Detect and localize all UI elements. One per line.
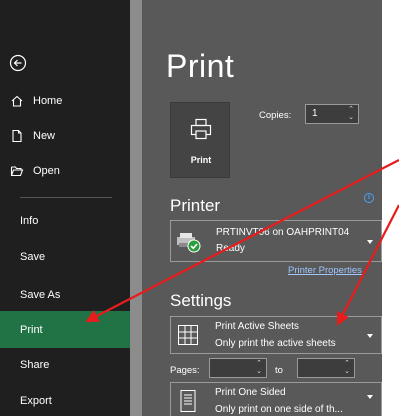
info-icon[interactable]: i <box>364 193 374 203</box>
preview-edge <box>382 0 399 416</box>
home-icon <box>9 93 25 109</box>
copies-value: 1 <box>312 108 318 119</box>
sidebar-item-new[interactable]: New <box>0 121 130 151</box>
print-scope-title: Print Active Sheets <box>215 321 299 332</box>
sidebar-item-label: Print <box>20 323 43 336</box>
copies-label: Copies: <box>259 110 292 121</box>
pages-to-label: to <box>275 365 283 376</box>
printer-heading: Printer <box>170 196 221 215</box>
printer-ready-icon <box>177 233 201 253</box>
spinner-arrows-icon[interactable]: ⌃ ⌄ <box>343 360 351 376</box>
sidebar-item-label: Save As <box>20 289 61 301</box>
sidebar-item-print[interactable]: Print <box>0 311 130 348</box>
print-sides-description: Only print on one side of th... <box>215 404 343 415</box>
pages-from-input[interactable]: ⌃ ⌄ <box>209 358 267 378</box>
sidebar-item-label: Info <box>20 215 39 227</box>
sidebar-item-save[interactable]: Save <box>0 242 130 272</box>
sidebar-item-label: Export <box>20 395 52 407</box>
sidebar-item-export[interactable]: Export <box>0 386 130 416</box>
backstage-sidebar: Home New Open Info Save Save As Print Sh… <box>0 0 130 416</box>
printer-icon <box>190 118 212 140</box>
spinner-arrows-icon[interactable]: ⌃ ⌄ <box>347 106 355 122</box>
sidebar-item-label: New <box>33 130 56 142</box>
panel-gutter <box>130 0 142 416</box>
sidebar-item-open[interactable]: Open <box>0 156 130 186</box>
new-document-icon <box>9 128 25 144</box>
copies-stepper[interactable]: 1 ⌃ ⌄ <box>305 104 359 124</box>
print-button[interactable]: Print <box>170 102 230 178</box>
sidebar-item-info[interactable]: Info <box>0 206 130 236</box>
sidebar-item-home[interactable]: Home <box>0 86 130 116</box>
print-sides-title: Print One Sided <box>215 387 286 398</box>
print-button-label: Print <box>190 155 212 165</box>
sidebar-item-save-as[interactable]: Save As <box>0 280 130 310</box>
sidebar-divider <box>20 197 112 198</box>
printer-dropdown[interactable]: PRTINVT06 on OAHPRINT04 Ready <box>170 220 382 262</box>
chevron-down-icon <box>367 240 373 244</box>
settings-heading: Settings <box>170 291 232 310</box>
print-sides-dropdown[interactable]: Print One Sided Only print on one side o… <box>170 382 382 416</box>
chevron-down-icon <box>367 395 373 399</box>
sheet-grid-icon <box>178 325 198 345</box>
printer-properties-link[interactable]: Printer Properties <box>288 265 362 276</box>
pages-to-input[interactable]: ⌃ ⌄ <box>297 358 355 378</box>
one-sided-page-icon <box>180 390 196 412</box>
sidebar-item-label: Save <box>20 251 46 263</box>
sidebar-item-share[interactable]: Share <box>0 350 130 380</box>
spinner-arrows-icon[interactable]: ⌃ ⌄ <box>255 360 263 376</box>
printer-status: Ready <box>216 243 245 254</box>
back-arrow-icon[interactable] <box>9 54 27 72</box>
open-folder-icon <box>9 163 25 179</box>
printer-name: PRTINVT06 on OAHPRINT04 <box>216 227 350 238</box>
print-scope-dropdown[interactable]: Print Active Sheets Only print the activ… <box>170 316 382 354</box>
page-title: Print <box>166 48 235 84</box>
sidebar-item-label: Home <box>33 95 63 107</box>
sidebar-item-label: Share <box>20 359 50 371</box>
pages-label: Pages: <box>170 365 200 376</box>
sidebar-item-label: Open <box>33 165 60 177</box>
print-scope-description: Only print the active sheets <box>215 338 336 349</box>
chevron-down-icon <box>367 334 373 338</box>
